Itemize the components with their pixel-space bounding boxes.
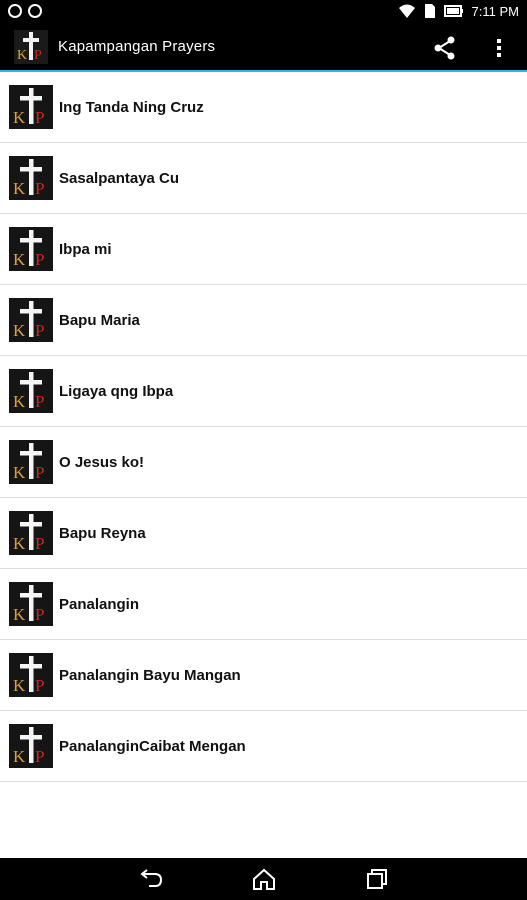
prayer-list: K P Ing Tanda Ning Cruz K P Sasalpantaya… [0, 72, 527, 782]
svg-text:K: K [13, 179, 26, 198]
svg-text:K: K [17, 48, 27, 63]
svg-text:K: K [13, 392, 26, 411]
prayer-list-item[interactable]: K P Panalangin Bayu Mangan [0, 640, 527, 711]
svg-text:K: K [13, 676, 26, 695]
prayer-list-item[interactable]: K P Bapu Maria [0, 285, 527, 356]
status-bar: 7:11 PM [0, 0, 527, 24]
svg-text:P: P [35, 747, 44, 766]
prayer-list-item[interactable]: K P Ing Tanda Ning Cruz [0, 72, 527, 143]
prayer-list-item[interactable]: K P O Jesus ko! [0, 427, 527, 498]
recents-button[interactable] [357, 864, 397, 894]
prayer-title: PanalanginCaibat Mengan [59, 738, 246, 755]
svg-text:K: K [13, 747, 26, 766]
kp-cross-icon: K P [9, 156, 53, 200]
prayer-title: Bapu Reyna [59, 525, 146, 542]
svg-text:P: P [35, 392, 44, 411]
prayer-list-item[interactable]: K P Bapu Reyna [0, 498, 527, 569]
prayer-list-item[interactable]: K P Ibpa mi [0, 214, 527, 285]
kp-cross-icon: K P [9, 511, 53, 555]
home-button[interactable] [244, 864, 284, 894]
home-icon [253, 868, 275, 890]
clock: 7:11 PM [471, 3, 519, 19]
share-button[interactable] [432, 36, 458, 60]
prayer-list-item[interactable]: K P Ligaya qng Ibpa [0, 356, 527, 427]
back-button[interactable] [132, 864, 172, 894]
recents-icon [367, 869, 387, 889]
notification-icon [8, 4, 22, 18]
kp-cross-icon: K P [9, 85, 53, 129]
svg-text:P: P [35, 605, 44, 624]
more-vert-icon [497, 39, 501, 57]
prayer-title: Ing Tanda Ning Cruz [59, 99, 204, 116]
svg-text:K: K [13, 534, 26, 553]
kp-cross-icon: K P [9, 440, 53, 484]
kp-cross-icon: K P [9, 582, 53, 626]
svg-text:P: P [35, 179, 44, 198]
prayer-list-item[interactable]: K P Sasalpantaya Cu [0, 143, 527, 214]
prayer-title: O Jesus ko! [59, 454, 145, 471]
app-logo-icon: K P [14, 30, 48, 64]
more-options-button[interactable] [489, 36, 509, 60]
kp-cross-icon: K P [9, 653, 53, 697]
svg-text:P: P [35, 463, 44, 482]
svg-text:K: K [13, 463, 26, 482]
prayer-title: Bapu Maria [59, 312, 140, 329]
prayer-title: Ibpa mi [59, 241, 112, 258]
prayer-title: Panalangin [59, 596, 140, 613]
svg-text:K: K [13, 605, 26, 624]
battery-icon [443, 5, 463, 17]
svg-text:P: P [34, 48, 42, 63]
svg-text:P: P [35, 534, 44, 553]
svg-text:P: P [35, 676, 44, 695]
app-title: Kapampangan Prayers [58, 38, 216, 55]
prayer-title: Sasalpantaya Cu [59, 170, 180, 187]
prayer-list-item[interactable]: K P Panalangin [0, 569, 527, 640]
svg-text:K: K [13, 321, 26, 340]
wifi-icon [398, 4, 415, 18]
prayer-list-item[interactable]: K P PanalanginCaibat Mengan [0, 711, 527, 782]
kp-cross-icon: K P [9, 298, 53, 342]
kp-cross-icon: K P [9, 227, 53, 271]
notification-icon [28, 4, 42, 18]
navigation-bar [0, 858, 527, 900]
back-icon [140, 869, 163, 887]
action-bar: K P Kapampangan Prayers [0, 24, 527, 72]
svg-text:K: K [13, 108, 26, 127]
sim-icon [424, 4, 435, 18]
kp-cross-icon: K P [9, 724, 53, 768]
prayer-title: Panalangin Bayu Mangan [59, 667, 241, 684]
svg-text:K: K [13, 250, 26, 269]
kp-cross-icon: K P [9, 369, 53, 413]
svg-text:P: P [35, 108, 44, 127]
svg-text:P: P [35, 321, 44, 340]
share-icon [434, 36, 455, 60]
svg-text:P: P [35, 250, 44, 269]
prayer-title: Ligaya qng Ibpa [59, 383, 174, 400]
